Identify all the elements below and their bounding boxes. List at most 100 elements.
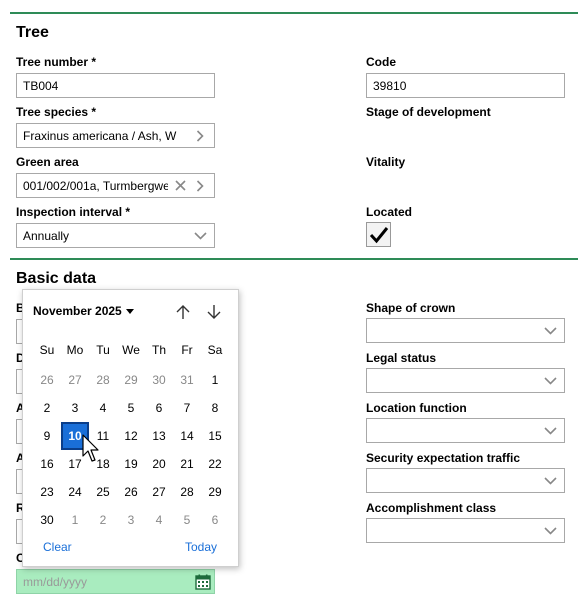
calendar-day[interactable]: 27 [145, 478, 173, 506]
code-label: Code [366, 55, 396, 69]
previous-month-button[interactable] [173, 302, 193, 322]
tree-species-label: Tree species * [16, 105, 97, 119]
located-checkbox[interactable] [366, 222, 391, 247]
calendar-day[interactable]: 1 [201, 366, 229, 394]
calendar-day[interactable]: 26 [33, 366, 61, 394]
chevron-down-icon [542, 326, 558, 335]
calendar-day[interactable]: 22 [201, 450, 229, 478]
calendar-day[interactable]: 6 [145, 394, 173, 422]
calendar-day[interactable]: 13 [145, 422, 173, 450]
calendar-day[interactable]: 24 [61, 478, 89, 506]
section-title-tree: Tree [16, 24, 49, 41]
calendar-day[interactable]: 29 [201, 478, 229, 506]
shape-of-crown-label: Shape of crown [366, 301, 456, 315]
weekday-label: Th [151, 343, 166, 357]
calendar-day[interactable]: 21 [173, 450, 201, 478]
shape-of-crown-select[interactable] [366, 318, 565, 343]
green-area-value: 001/002/001a, Turmbergweg [23, 178, 168, 193]
chevron-down-icon [192, 231, 208, 240]
date-field[interactable] [16, 569, 215, 594]
weekday-label: Su [39, 343, 55, 357]
tree-species-field[interactable]: Fraxinus americana / Ash, W [16, 123, 215, 148]
legal-status-select[interactable] [366, 368, 565, 393]
calendar-day[interactable]: 15 [201, 422, 229, 450]
calendar-day[interactable]: 8 [201, 394, 229, 422]
calendar-day[interactable]: 4 [89, 394, 117, 422]
calendar-week-row: 2345678 [33, 394, 229, 422]
calendar-day[interactable]: 28 [89, 366, 117, 394]
calendar-day[interactable]: 29 [117, 366, 145, 394]
calendar-day[interactable]: 6 [201, 506, 229, 534]
code-field[interactable]: 39810 [366, 73, 565, 98]
calendar-day[interactable]: 5 [117, 394, 145, 422]
weekday-label: Tu [96, 343, 110, 357]
weekday-label: Mo [66, 343, 84, 357]
weekday-label: We [122, 343, 140, 357]
calendar-day[interactable]: 7 [173, 394, 201, 422]
calendar-day[interactable]: 14 [173, 422, 201, 450]
chevron-down-icon [542, 526, 558, 535]
calendar-week-row: 23 24 25 26 27 28 29 [33, 478, 229, 506]
checkmark-icon [369, 226, 388, 243]
mouse-pointer-icon [82, 434, 99, 462]
chevron-right-icon[interactable] [192, 129, 208, 142]
clear-x-icon[interactable] [172, 180, 188, 191]
month-label: November 2025 [33, 304, 122, 318]
calendar-day[interactable]: 31 [173, 366, 201, 394]
calendar-day[interactable]: 2 [89, 506, 117, 534]
chevron-down-icon [542, 426, 558, 435]
date-picker-popup: November 2025 Su Mo Tu We Th Fr Sa 26 27 28 29 30 3… [22, 289, 239, 567]
weekday-header: Su Mo Tu We Th Fr Sa [33, 338, 229, 366]
inspection-interval-value: Annually [23, 228, 70, 243]
calendar-day[interactable]: 4 [145, 506, 173, 534]
green-area-label: Green area [16, 155, 79, 169]
calendar-day[interactable]: 25 [89, 478, 117, 506]
vitality-label: Vitality [366, 155, 406, 169]
location-function-label: Location function [366, 401, 467, 415]
calendar-week-row: 16 17 18 19 20 21 22 [33, 450, 229, 478]
calendar-day[interactable]: 5 [173, 506, 201, 534]
calendar-day[interactable]: 2 [33, 394, 61, 422]
calendar-week-row: 26 27 28 29 30 31 1 [33, 366, 229, 394]
calendar-day[interactable]: 16 [33, 450, 61, 478]
calendar-day[interactable]: 23 [33, 478, 61, 506]
calendar-weeks: 26 27 28 29 30 31 1 2 3 4 5 6 7 8 9 10 11 12 13 14 15 16 17 18 1… [33, 366, 229, 534]
location-function-select[interactable] [366, 418, 565, 443]
today-button[interactable]: Today [185, 540, 217, 554]
chevron-down-icon [542, 376, 558, 385]
tree-number-field[interactable]: TB004 [16, 73, 215, 98]
calendar-day[interactable]: 30 [33, 506, 61, 534]
calendar-week-row: 30 1 2 3 4 5 6 [33, 506, 229, 534]
green-area-field[interactable]: 001/002/001a, Turmbergweg [16, 173, 215, 198]
code-value: 39810 [373, 78, 407, 93]
arrow-down-icon [207, 305, 221, 319]
date-input[interactable] [17, 570, 191, 593]
month-dropdown[interactable]: November 2025 [33, 304, 134, 318]
calendar-day[interactable]: 12 [117, 422, 145, 450]
weekday-label: Fr [181, 343, 193, 357]
tree-number-value: TB004 [23, 78, 59, 93]
calendar-week-row: 9 10 11 12 13 14 15 [33, 422, 229, 450]
clear-button[interactable]: Clear [43, 540, 72, 554]
calendar-day[interactable]: 3 [117, 506, 145, 534]
inspection-interval-select[interactable]: Annually [16, 223, 215, 248]
stage-of-development-label: Stage of development [366, 105, 491, 119]
calendar-day[interactable]: 20 [145, 450, 173, 478]
calendar-day[interactable]: 26 [117, 478, 145, 506]
calendar-day[interactable]: 3 [61, 394, 89, 422]
calendar-day[interactable]: 9 [33, 422, 61, 450]
chevron-right-icon[interactable] [192, 179, 208, 192]
arrow-up-icon [176, 305, 190, 319]
calendar-day[interactable]: 30 [145, 366, 173, 394]
tree-species-value: Fraxinus americana / Ash, W [23, 128, 177, 143]
accomplishment-class-select[interactable] [366, 518, 565, 543]
security-expectation-traffic-label: Security expectation traffic [366, 451, 521, 465]
security-expectation-traffic-select[interactable] [366, 468, 565, 493]
calendar-day[interactable]: 28 [173, 478, 201, 506]
calendar-grid: Su Mo Tu We Th Fr Sa 26 27 28 29 30 31 1 2 3 4 5 6 7 8 9 10 11… [33, 338, 229, 534]
calendar-day[interactable]: 1 [61, 506, 89, 534]
calendar-day[interactable]: 27 [61, 366, 89, 394]
calendar-day[interactable]: 19 [117, 450, 145, 478]
next-month-button[interactable] [204, 302, 224, 322]
calendar-icon[interactable] [191, 570, 214, 593]
